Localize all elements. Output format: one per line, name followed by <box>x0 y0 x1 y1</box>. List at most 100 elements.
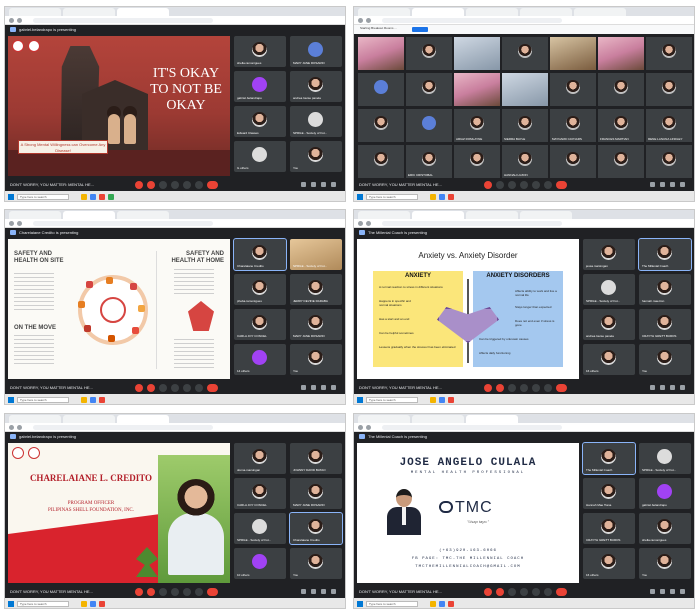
participant-tile[interactable]: gabriel.belandrapo <box>639 478 691 509</box>
chrome-icon[interactable] <box>439 194 445 200</box>
present-icon[interactable] <box>183 588 191 596</box>
file-explorer-icon[interactable] <box>430 194 436 200</box>
back-icon[interactable] <box>358 425 363 430</box>
app-icon[interactable] <box>99 397 105 403</box>
chat-icon[interactable] <box>670 589 675 594</box>
end-call-button[interactable] <box>556 181 567 189</box>
url-field[interactable] <box>382 18 562 23</box>
camera-icon[interactable] <box>147 384 155 392</box>
participant-tile[interactable]: SPRILE - Society of Fut... <box>639 443 691 474</box>
file-explorer-icon[interactable] <box>81 601 87 607</box>
app-icon[interactable] <box>108 194 114 200</box>
raise-hand-icon[interactable] <box>171 588 179 596</box>
microphone-icon[interactable] <box>484 384 492 392</box>
participant-tile[interactable] <box>646 73 692 106</box>
captions-icon[interactable] <box>159 181 167 189</box>
participant-tile[interactable]: Hannah Mae Tiana <box>583 478 635 509</box>
participant-tile[interactable]: MARY JANE ROSARIO <box>290 309 342 340</box>
file-explorer-icon[interactable] <box>430 397 436 403</box>
captions-icon[interactable] <box>508 181 516 189</box>
participant-tile[interactable]: You <box>290 344 342 375</box>
file-explorer-icon[interactable] <box>430 601 436 607</box>
people-icon[interactable] <box>311 589 316 594</box>
participant-tile[interactable] <box>502 73 548 106</box>
participant-tile[interactable]: SPRILE - Society of Fut... <box>583 274 635 305</box>
raise-hand-icon[interactable] <box>171 384 179 392</box>
activities-icon[interactable] <box>680 589 685 594</box>
participant-tile[interactable]: The Millenial Coach <box>638 238 692 271</box>
url-field[interactable] <box>33 18 213 23</box>
chrome-icon[interactable] <box>439 397 445 403</box>
participant-tile[interactable] <box>454 37 500 70</box>
microphone-icon[interactable] <box>135 588 143 596</box>
participant-tile[interactable]: MAYNARD CAYNARS <box>550 109 596 142</box>
participant-tile[interactable] <box>646 145 692 178</box>
browser-tab[interactable] <box>9 8 61 16</box>
captions-icon[interactable] <box>508 384 516 392</box>
participant-tile[interactable] <box>358 145 404 178</box>
raise-hand-icon[interactable] <box>171 181 179 189</box>
people-icon[interactable] <box>660 589 665 594</box>
browser-tab[interactable] <box>9 211 61 219</box>
participant-tile[interactable] <box>358 37 404 70</box>
app-icon[interactable] <box>448 601 454 607</box>
participant-tile[interactable] <box>502 37 548 70</box>
chrome-icon[interactable] <box>90 601 96 607</box>
people-icon[interactable] <box>660 385 665 390</box>
participant-tile[interactable]: Charelaiane Credito <box>289 512 343 545</box>
participant-tile[interactable]: SPRILE - Society of Fut... <box>290 239 342 270</box>
back-icon[interactable] <box>358 221 363 226</box>
chrome-icon[interactable] <box>90 194 96 200</box>
browser-tab[interactable] <box>466 415 518 423</box>
participant-tile[interactable]: CRAYTH GRETT BURDS <box>639 309 691 340</box>
present-icon[interactable] <box>532 384 540 392</box>
participant-tile[interactable] <box>598 145 644 178</box>
reload-icon[interactable] <box>17 425 22 430</box>
file-explorer-icon[interactable] <box>81 194 87 200</box>
participant-tile[interactable] <box>550 145 596 178</box>
participant-tile[interactable]: andrea louise panela <box>290 71 342 102</box>
browser-tab[interactable] <box>117 211 169 219</box>
browser-tab[interactable] <box>63 415 115 423</box>
browser-tab[interactable] <box>466 8 518 16</box>
participant-tile[interactable]: ARIAZ ROMLAYNE <box>454 109 500 142</box>
microphone-icon[interactable] <box>135 384 143 392</box>
reload-icon[interactable] <box>17 18 22 23</box>
participant-tile[interactable]: shella.ramonigues <box>639 513 691 544</box>
camera-icon[interactable] <box>496 588 504 596</box>
info-icon[interactable] <box>301 385 306 390</box>
participant-tile[interactable] <box>550 73 596 106</box>
participant-tile[interactable] <box>406 109 452 142</box>
more-options-icon[interactable] <box>544 181 552 189</box>
taskbar-search-input[interactable]: Type here to search <box>366 601 418 607</box>
more-options-icon[interactable] <box>195 181 203 189</box>
participant-tile[interactable] <box>358 109 404 142</box>
people-icon[interactable] <box>311 385 316 390</box>
participant-tile[interactable] <box>598 37 644 70</box>
participant-tile[interactable]: MARY JANE ROSARIO <box>290 36 342 67</box>
windows-start-icon[interactable] <box>8 194 14 200</box>
end-call-button[interactable] <box>207 181 218 189</box>
participant-tile[interactable]: donna.marsingan <box>234 443 286 474</box>
reload-icon[interactable] <box>366 221 371 226</box>
present-icon[interactable] <box>532 181 540 189</box>
participant-tile[interactable]: RENE LANUNA LINDLEY <box>646 109 692 142</box>
url-field[interactable] <box>33 221 213 226</box>
activities-icon[interactable] <box>680 182 685 187</box>
windows-start-icon[interactable] <box>357 601 363 607</box>
app-icon[interactable] <box>99 601 105 607</box>
captions-icon[interactable] <box>508 588 516 596</box>
participant-tile[interactable]: You <box>639 548 691 579</box>
url-field[interactable] <box>382 425 562 430</box>
windows-start-icon[interactable] <box>8 601 14 607</box>
participant-tile[interactable]: 16 others <box>583 548 635 579</box>
raise-hand-icon[interactable] <box>520 588 528 596</box>
browser-tab[interactable] <box>117 415 169 423</box>
participant-tile[interactable] <box>406 37 452 70</box>
more-options-icon[interactable] <box>195 588 203 596</box>
windows-start-icon[interactable] <box>357 194 363 200</box>
app-icon[interactable] <box>448 194 454 200</box>
info-icon[interactable] <box>650 182 655 187</box>
participant-tile[interactable]: Charelaiane Credito <box>233 238 287 271</box>
chat-icon[interactable] <box>670 385 675 390</box>
